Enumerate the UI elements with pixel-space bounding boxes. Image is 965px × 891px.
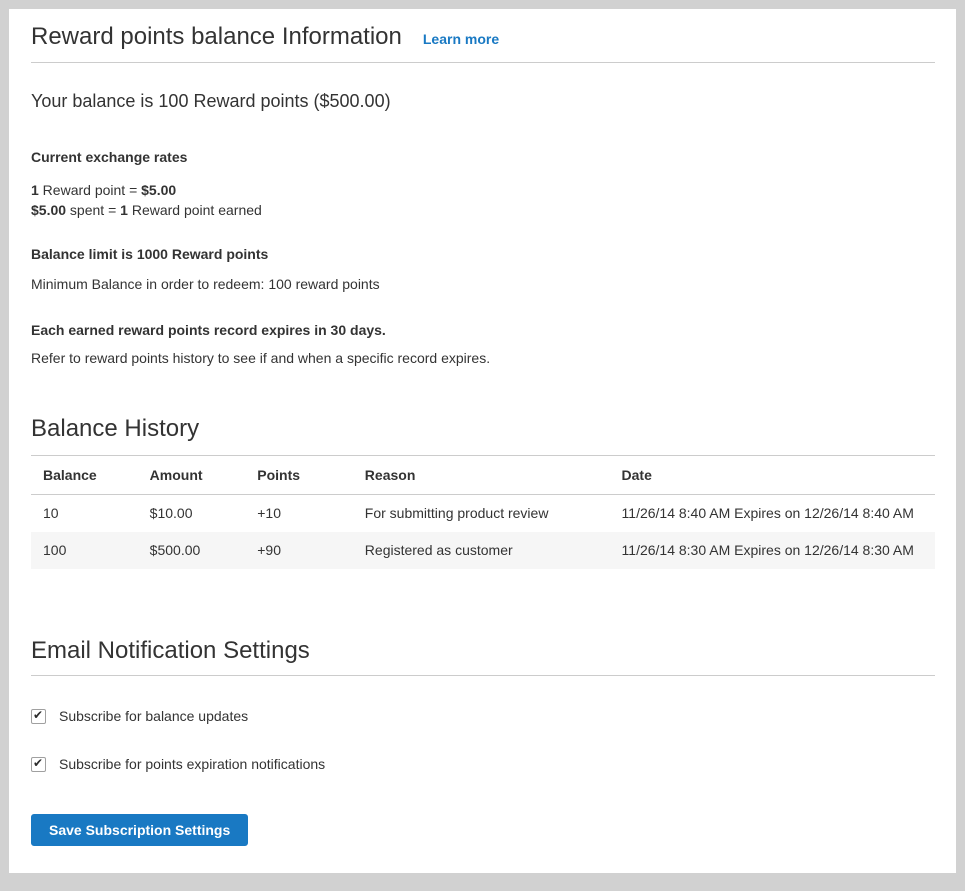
save-subscription-settings-button[interactable]: Save Subscription Settings [31,814,248,846]
balance-summary: Your balance is 100 Reward points ($500.… [31,91,935,111]
cell-points: +10 [245,495,353,533]
cell-reason: Registered as customer [353,532,610,569]
page-title: Reward points balance Information [31,24,402,50]
balance-limit-text: Balance limit is 1000 Reward points [31,244,935,264]
balance-history-table: Balance Amount Points Reason Date 10 $10… [31,455,935,569]
table-row: 100 $500.00 +90 Registered as customer 1… [31,532,935,569]
balance-updates-label[interactable]: Subscribe for balance updates [59,708,248,725]
table-header: Balance Amount Points Reason Date [31,456,935,495]
cell-amount: $500.00 [138,532,246,569]
rate1-amount: $5.00 [141,182,176,198]
learn-more-link[interactable]: Learn more [423,31,499,47]
exchange-rate-line-2: $5.00 spent = 1 Reward point earned [31,200,935,220]
cell-date: 11/26/14 8:40 AM Expires on 12/26/14 8:4… [610,495,935,533]
page-header: Reward points balance Information Learn … [31,24,935,63]
points-expiration-label[interactable]: Subscribe for points expiration notifica… [59,756,325,773]
rate2-points: 1 [120,202,128,218]
balance-history-heading: Balance History [31,414,935,444]
table-body: 10 $10.00 +10 For submitting product rev… [31,495,935,570]
column-header-points: Points [245,456,353,495]
minimum-balance-text: Minimum Balance in order to redeem: 100 … [31,274,935,294]
rate1-points: 1 [31,182,39,198]
table-header-row: Balance Amount Points Reason Date [31,456,935,495]
cell-balance: 10 [31,495,138,533]
balance-updates-checkbox[interactable] [31,709,46,724]
cell-reason: For submitting product review [353,495,610,533]
reward-points-panel: Reward points balance Information Learn … [9,9,956,873]
column-header-amount: Amount [138,456,246,495]
table-row: 10 $10.00 +10 For submitting product rev… [31,495,935,533]
cell-date: 11/26/14 8:30 AM Expires on 12/26/14 8:3… [610,532,935,569]
column-header-date: Date [610,456,935,495]
points-expiration-option: Subscribe for points expiration notifica… [31,756,935,773]
cell-balance: 100 [31,532,138,569]
balance-updates-option: Subscribe for balance updates [31,708,935,725]
email-settings-header: Email Notification Settings [31,636,935,676]
expiration-rule-text: Each earned reward points record expires… [31,320,935,340]
expiration-note-text: Refer to reward points history to see if… [31,348,935,368]
exchange-rates: 1 Reward point = $5.00 $5.00 spent = 1 R… [31,180,935,220]
exchange-rate-line-1: 1 Reward point = $5.00 [31,180,935,200]
column-header-balance: Balance [31,456,138,495]
rate2-suffix: Reward point earned [128,202,262,218]
rate2-amount: $5.00 [31,202,66,218]
rate2-text: spent = [66,202,120,218]
cell-amount: $10.00 [138,495,246,533]
cell-points: +90 [245,532,353,569]
email-settings-heading: Email Notification Settings [31,636,935,666]
column-header-reason: Reason [353,456,610,495]
points-expiration-checkbox[interactable] [31,757,46,772]
exchange-rates-heading: Current exchange rates [31,147,935,167]
rate1-text: Reward point = [39,182,141,198]
